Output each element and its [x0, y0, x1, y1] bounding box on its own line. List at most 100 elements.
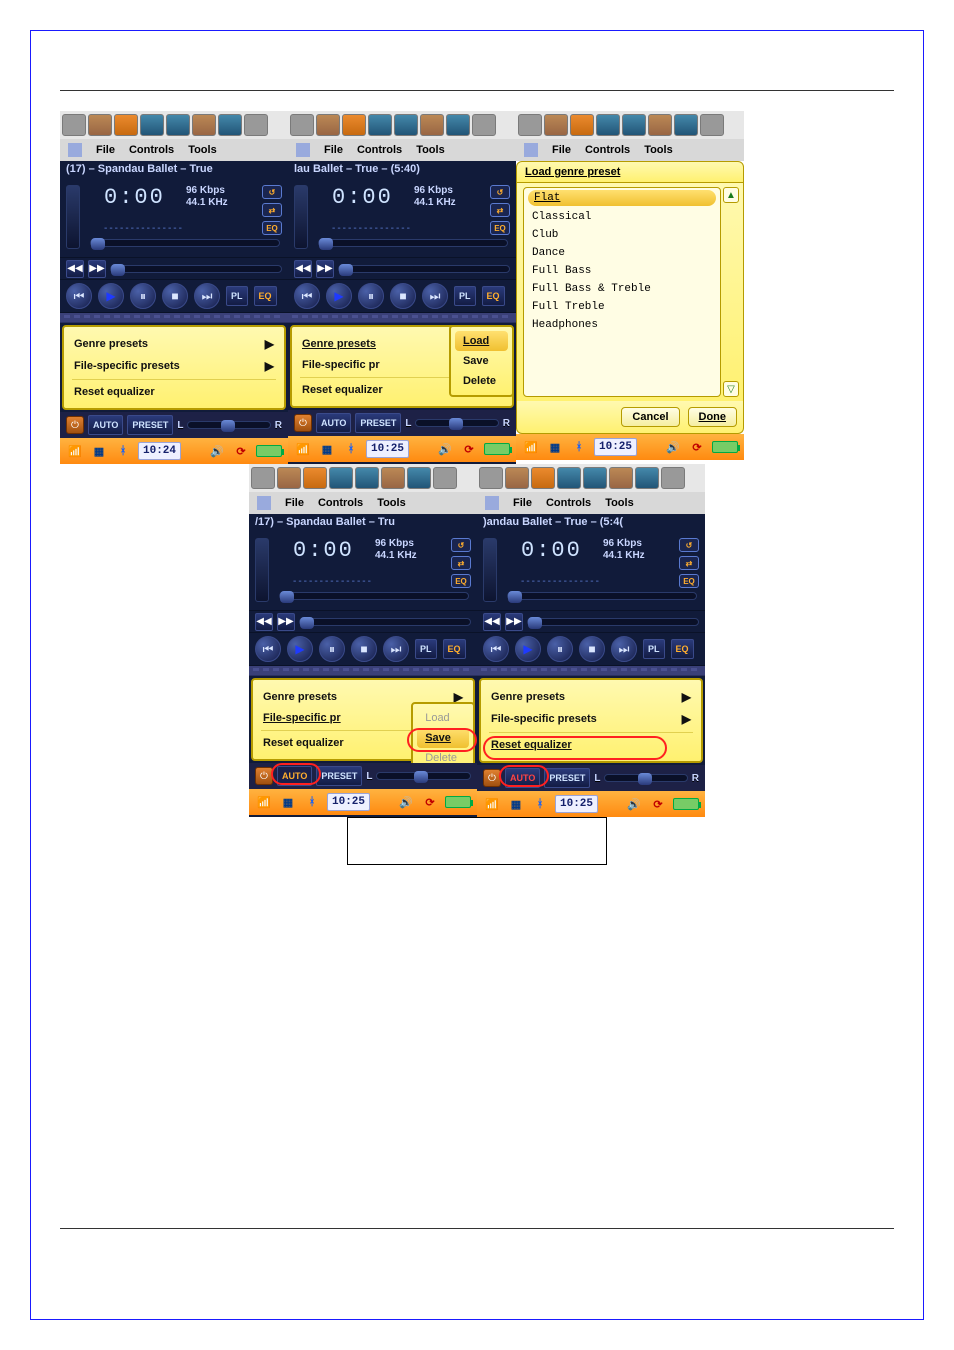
eq-power-icon[interactable]: ⏻ [66, 416, 84, 434]
playlist-button[interactable]: PL [643, 639, 665, 659]
playlist-button[interactable]: PL [226, 286, 248, 306]
scroll-down-icon[interactable]: ▽ [723, 381, 739, 397]
menu-tools[interactable]: Tools [188, 144, 217, 156]
menu-file-presets[interactable]: File-specific presets▶ [68, 355, 280, 377]
play-button[interactable]: ▶ [515, 636, 541, 662]
stop-button[interactable]: ■ [579, 636, 605, 662]
repeat-icon[interactable]: ⇄ [679, 556, 699, 570]
balance-slider[interactable] [376, 772, 471, 780]
submenu-load[interactable]: Load [417, 708, 469, 728]
preset-item-fullbass[interactable]: Full Bass [524, 262, 720, 280]
app-icon[interactable] [68, 143, 82, 157]
eq-button[interactable]: EQ [482, 286, 505, 306]
toolbar-icon-globe[interactable] [570, 114, 594, 136]
next-button[interactable]: ⏭ [194, 283, 220, 309]
seek-slider[interactable] [110, 265, 282, 273]
pause-button[interactable]: ⏸ [319, 636, 345, 662]
play-button[interactable]: ▶ [326, 283, 352, 309]
toolbar-icon-grid[interactable] [446, 114, 470, 136]
menu-file[interactable]: File [324, 144, 343, 156]
menu-file[interactable]: File [96, 144, 115, 156]
toolbar-icon-grid[interactable] [635, 467, 659, 489]
prev-button[interactable]: ⏮ [294, 283, 320, 309]
toolbar-icon-app2[interactable] [661, 467, 685, 489]
eq-button[interactable]: EQ [254, 286, 277, 306]
toolbar-icon-app2[interactable] [244, 114, 268, 136]
shuffle-icon[interactable]: ↺ [679, 538, 699, 552]
preset-button[interactable]: PRESET [355, 413, 401, 433]
ffwd-button[interactable]: ▶▶ [88, 260, 106, 278]
toolbar-icon-folder[interactable] [609, 467, 633, 489]
balance-slider[interactable] [415, 419, 498, 427]
volume-slider[interactable] [255, 538, 269, 602]
toolbar-icon-app2[interactable] [700, 114, 724, 136]
shuffle-icon[interactable]: ↺ [262, 185, 282, 199]
toolbar-icon-grid[interactable] [674, 114, 698, 136]
menu-controls[interactable]: Controls [318, 497, 363, 509]
toolbar-icon-globe[interactable] [114, 114, 138, 136]
toolbar-icon-app2[interactable] [472, 114, 496, 136]
toolbar-icon-app[interactable] [290, 114, 314, 136]
submenu-save[interactable]: Save [455, 351, 508, 371]
toolbar-icon-globe[interactable] [303, 467, 327, 489]
eq-small-label[interactable]: EQ [451, 574, 471, 588]
eq-button[interactable]: EQ [443, 639, 466, 659]
eq-small-label[interactable]: EQ [490, 221, 510, 235]
preset-item-fullbasstreble[interactable]: Full Bass & Treble [524, 280, 720, 298]
auto-button[interactable]: AUTO [505, 768, 540, 788]
toolbar-icon-folder[interactable] [420, 114, 444, 136]
app-icon[interactable] [524, 143, 538, 157]
next-button[interactable]: ⏭ [611, 636, 637, 662]
eq-power-icon[interactable]: ⏻ [294, 414, 312, 432]
prev-button[interactable]: ⏮ [66, 283, 92, 309]
rew-button[interactable]: ◀◀ [483, 613, 501, 631]
eq-power-icon[interactable]: ⏻ [255, 767, 273, 785]
toolbar-icon-grid[interactable] [218, 114, 242, 136]
next-button[interactable]: ⏭ [383, 636, 409, 662]
prev-button[interactable]: ⏮ [255, 636, 281, 662]
volume-slider[interactable] [294, 185, 308, 249]
menu-tools[interactable]: Tools [377, 497, 406, 509]
menu-tools[interactable]: Tools [644, 144, 673, 156]
cancel-button[interactable]: Cancel [621, 407, 679, 427]
toolbar-icon-phone[interactable] [368, 114, 392, 136]
volume-slider[interactable] [483, 538, 497, 602]
toolbar-icon-app[interactable] [62, 114, 86, 136]
shuffle-icon[interactable]: ↺ [490, 185, 510, 199]
prev-button[interactable]: ⏮ [483, 636, 509, 662]
seek-slider[interactable] [338, 265, 510, 273]
pause-button[interactable]: ⏸ [547, 636, 573, 662]
pan-slider[interactable] [279, 592, 469, 600]
menu-controls[interactable]: Controls [585, 144, 630, 156]
preset-item-dance[interactable]: Dance [524, 244, 720, 262]
balance-slider[interactable] [604, 774, 687, 782]
toolbar-icon-app2[interactable] [433, 467, 457, 489]
ffwd-button[interactable]: ▶▶ [277, 613, 295, 631]
menu-file[interactable]: File [513, 497, 532, 509]
menu-genre-presets[interactable]: Genre presets▶ [68, 333, 280, 355]
toolbar-icon-folder[interactable] [648, 114, 672, 136]
menu-tools[interactable]: Tools [605, 497, 634, 509]
rew-button[interactable]: ◀◀ [66, 260, 84, 278]
toolbar-icon-grid[interactable] [407, 467, 431, 489]
menu-controls[interactable]: Controls [129, 144, 174, 156]
app-icon[interactable] [296, 143, 310, 157]
toolbar-icon-book[interactable] [544, 114, 568, 136]
toolbar-icon-phone[interactable] [140, 114, 164, 136]
toolbar-icon-phone[interactable] [596, 114, 620, 136]
menu-reset-eq[interactable]: Reset equalizer [485, 735, 697, 755]
auto-button[interactable]: AUTO [277, 766, 312, 786]
preset-button[interactable]: PRESET [544, 768, 590, 788]
toolbar-icon-app[interactable] [518, 114, 542, 136]
rew-button[interactable]: ◀◀ [255, 613, 273, 631]
toolbar-icon-folder[interactable] [192, 114, 216, 136]
menu-file[interactable]: File [552, 144, 571, 156]
toolbar-icon-book[interactable] [316, 114, 340, 136]
menu-controls[interactable]: Controls [546, 497, 591, 509]
balance-slider[interactable] [187, 421, 270, 429]
app-icon[interactable] [485, 496, 499, 510]
toolbar-icon-app[interactable] [479, 467, 503, 489]
ffwd-button[interactable]: ▶▶ [505, 613, 523, 631]
eq-small-label[interactable]: EQ [679, 574, 699, 588]
pause-button[interactable]: ⏸ [130, 283, 156, 309]
